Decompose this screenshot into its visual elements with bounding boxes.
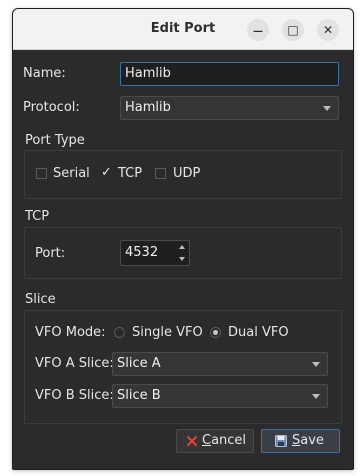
maximize-icon: □ xyxy=(287,23,299,37)
chevron-down-icon xyxy=(312,394,320,399)
single-vfo-radio[interactable] xyxy=(114,327,125,338)
vfo-a-slice-select[interactable]: Slice A xyxy=(112,352,328,376)
vfo-b-slice-select[interactable]: Slice B xyxy=(112,384,328,408)
udp-label: UDP xyxy=(173,166,201,181)
save-button[interactable]: Save xyxy=(261,429,340,453)
vfo-b-slice-label: VFO B Slice: xyxy=(35,388,114,403)
edit-port-dialog: Edit Port — □ ✕ Name: Hamlib Protocol: H… xyxy=(12,8,354,470)
close-icon: ✕ xyxy=(322,23,334,37)
chevron-down-icon xyxy=(323,106,331,111)
protocol-select[interactable]: Hamlib xyxy=(120,96,339,120)
vfo-a-slice-value: Slice A xyxy=(117,356,161,371)
minimize-icon: — xyxy=(253,26,263,37)
cancel-button[interactable]: Cancel xyxy=(176,429,254,453)
vfo-mode-label: VFO Mode: xyxy=(35,325,106,340)
title-bar: Edit Port — □ ✕ xyxy=(13,9,353,50)
udp-checkbox[interactable] xyxy=(155,168,166,179)
protocol-value: Hamlib xyxy=(125,100,171,115)
save-label: Save xyxy=(292,433,324,448)
serial-label: Serial xyxy=(53,166,90,181)
protocol-label: Protocol: xyxy=(23,100,80,115)
chevron-down-icon xyxy=(312,362,320,367)
minimize-button[interactable]: — xyxy=(247,19,269,41)
maximize-button[interactable]: □ xyxy=(282,19,304,41)
name-label: Name: xyxy=(23,66,66,81)
port-label: Port: xyxy=(35,246,66,261)
serial-checkbox[interactable] xyxy=(36,168,47,179)
slice-group-title: Slice xyxy=(25,292,56,307)
cancel-icon xyxy=(186,435,198,447)
dual-vfo-label: Dual VFO xyxy=(228,325,289,340)
tcp-checkbox[interactable]: ✓ xyxy=(101,166,112,180)
dual-vfo-radio[interactable] xyxy=(210,327,221,338)
vfo-a-slice-label: VFO A Slice: xyxy=(35,356,114,371)
spin-up-icon[interactable] xyxy=(177,242,188,253)
name-input[interactable]: Hamlib xyxy=(120,62,339,86)
cancel-label: Cancel xyxy=(202,433,247,448)
close-button[interactable]: ✕ xyxy=(317,19,339,41)
floppy-disk-icon xyxy=(275,435,287,447)
port-spinbox[interactable]: 4532 xyxy=(120,240,190,266)
vfo-b-slice-value: Slice B xyxy=(117,388,161,403)
tcp-group-title: TCP xyxy=(25,209,50,224)
spin-down-icon[interactable] xyxy=(177,254,188,265)
port-type-title: Port Type xyxy=(25,133,85,148)
port-value: 4532 xyxy=(125,245,159,260)
single-vfo-label: Single VFO xyxy=(132,325,203,340)
tcp-label: TCP xyxy=(118,166,143,181)
